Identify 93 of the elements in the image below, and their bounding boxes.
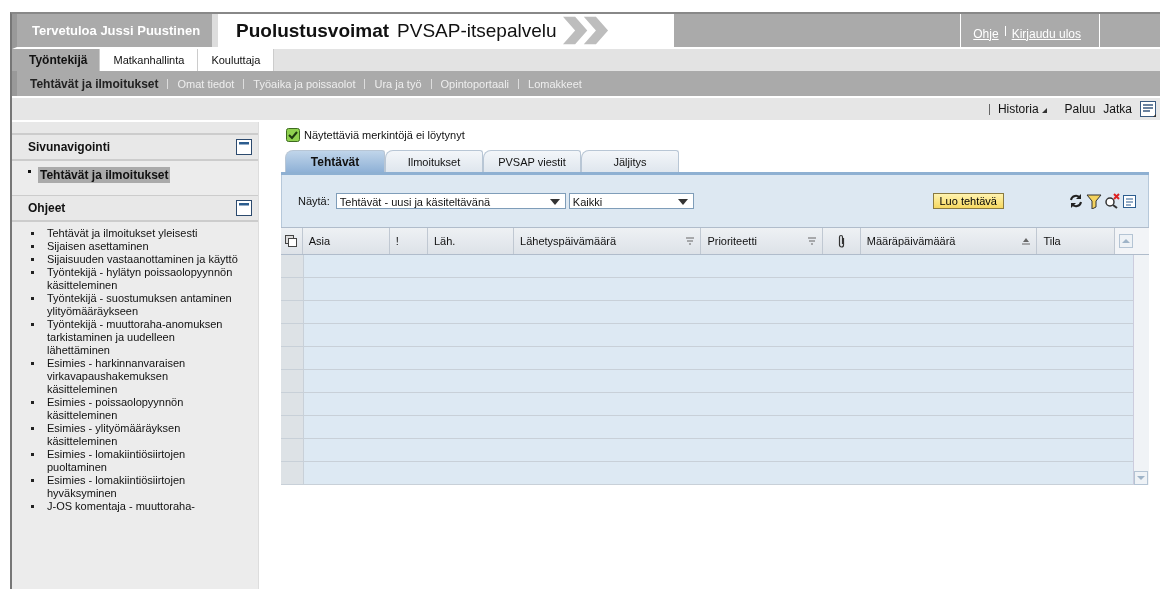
help-link[interactable]: Esimies - ylityömääräyksen käsitteleminen <box>47 422 239 448</box>
help-link[interactable]: Tehtävät ja ilmoitukset yleisesti <box>47 227 239 240</box>
scroll-strip[interactable] <box>12 122 258 134</box>
bullet-icon <box>31 258 34 261</box>
create-task-button[interactable]: Luo tehtävä <box>932 193 1004 209</box>
bullet-icon <box>31 505 34 508</box>
top-tab[interactable]: Matkanhallinta <box>100 49 199 71</box>
section-title: Sivunavigointi <box>28 140 110 154</box>
bullet-icon <box>28 170 31 173</box>
table-row[interactable] <box>304 324 1133 346</box>
section-title: Ohjeet <box>28 201 66 215</box>
help-link[interactable]: Työntekijä - suostumuksen antaminen ylityömääräykseen <box>47 292 239 318</box>
top-tab[interactable]: Työntekijä <box>17 49 101 71</box>
row-selector[interactable] <box>281 439 304 461</box>
column-header[interactable]: Prioriteetti <box>707 235 757 247</box>
scroll-down-button[interactable] <box>1134 471 1148 485</box>
message-text: Näytettäviä merkintöjä ei löytynyt <box>304 129 465 141</box>
caret-icon <box>677 199 688 205</box>
table-row[interactable] <box>304 462 1133 484</box>
bullet-icon <box>31 232 34 235</box>
page-nav-item[interactable]: Tehtävät ja ilmoitukset <box>38 167 171 183</box>
nav-link[interactable]: Tehtävät ja ilmoitukset <box>30 76 159 91</box>
collapse-icon[interactable] <box>236 139 252 155</box>
column-header[interactable]: Asia <box>308 235 331 247</box>
help-link[interactable]: Esimies - poissaolopyynnön käsitteleminen <box>47 396 239 422</box>
sort-icon[interactable] <box>808 237 817 245</box>
table-row[interactable] <box>304 301 1133 323</box>
table-row[interactable] <box>304 416 1133 438</box>
help-link[interactable]: Esimies - lomakiintiösiirtojen puoltaminen <box>47 448 239 474</box>
help-link[interactable]: Työntekijä - muuttoraha-anomuksen tarkistaminen ja uudelleen lähettäminen <box>47 318 239 357</box>
row-selector[interactable] <box>281 255 304 277</box>
clear-search-icon[interactable] <box>1104 193 1120 209</box>
back-link[interactable]: Paluu <box>1064 102 1096 116</box>
dropdown[interactable]: Tehtävät - uusi ja käsiteltävänä <box>335 193 566 209</box>
settings-icon[interactable] <box>1122 193 1138 209</box>
row-selector[interactable] <box>281 301 304 323</box>
sort-ascending-icon[interactable] <box>1022 237 1031 245</box>
row-selector[interactable] <box>281 347 304 369</box>
help-link[interactable]: J-OS komentaja - muuttoraha- <box>47 500 239 513</box>
tab[interactable]: Ilmoitukset <box>385 150 483 172</box>
app-title: PVSAP-itsepalvelu <box>397 19 557 42</box>
bullet-icon <box>31 362 34 365</box>
dropdown[interactable]: Kaikki <box>568 193 694 209</box>
bullet-icon <box>31 323 34 326</box>
bullet-icon <box>31 245 34 248</box>
help-link[interactable]: Työntekijä - hylätyn poissaolopyynnön käsitteleminen <box>47 266 239 292</box>
row-selector[interactable] <box>281 370 304 392</box>
sort-icon[interactable] <box>686 237 695 245</box>
bullet-icon <box>31 297 34 300</box>
filter-icon[interactable] <box>1086 193 1102 209</box>
help-link[interactable]: Esimies - harkinnanvaraisen virkavapaushakemuksen käsitteleminen <box>47 357 239 396</box>
filter-label: Näytä: <box>298 195 330 207</box>
row-selector[interactable] <box>281 278 304 300</box>
history-menu[interactable]: Historia <box>997 102 1057 116</box>
column-header[interactable]: Määräpäivämäärä <box>866 235 956 247</box>
row-selector[interactable] <box>281 393 304 415</box>
help-link[interactable]: Sijaisen asettaminen <box>47 240 239 253</box>
scroll-up-button[interactable] <box>1118 234 1133 248</box>
scrollbar[interactable] <box>1133 255 1149 485</box>
forward-link[interactable]: Jatka <box>1103 102 1132 116</box>
caret-icon <box>549 199 560 205</box>
column-header[interactable]: Lähetyspäivämäärä <box>520 235 617 247</box>
table-row[interactable] <box>304 370 1133 392</box>
row-selector[interactable] <box>281 416 304 438</box>
bullet-icon <box>31 453 34 456</box>
help-link[interactable]: Sijaisuuden vastaanottaminen ja käyttö <box>47 253 239 266</box>
column-header[interactable]: Läh. <box>434 235 456 247</box>
tab[interactable]: PVSAP viestit <box>483 150 581 172</box>
paperclip-icon <box>837 234 846 248</box>
bullet-icon <box>31 271 34 274</box>
column-header[interactable]: ! <box>395 235 399 247</box>
help-link[interactable]: Esimies - lomakiintiösiirtojen hyväksyminen <box>47 474 239 500</box>
brand-name: Puolustusvoimat <box>236 19 390 42</box>
refresh-icon[interactable] <box>1068 193 1084 209</box>
select-all-icon[interactable] <box>285 235 297 247</box>
collapse-icon[interactable] <box>236 200 252 216</box>
tab[interactable]: Jäljitys <box>581 150 679 172</box>
bullet-icon <box>31 479 34 482</box>
menu-icon[interactable] <box>1140 101 1156 117</box>
welcome-text: Tervetuloa Jussi Puustinen <box>31 22 202 40</box>
tab[interactable]: Tehtävät <box>285 150 385 172</box>
table-row[interactable] <box>304 439 1133 461</box>
corner-icon <box>1041 108 1047 113</box>
table-row[interactable] <box>304 393 1133 415</box>
bullet-icon <box>31 427 34 430</box>
top-tab[interactable]: Kouluttaja <box>198 49 275 71</box>
table-row[interactable] <box>304 255 1133 277</box>
table-row[interactable] <box>304 347 1133 369</box>
column-header[interactable]: Tila <box>1043 235 1061 247</box>
row-selector[interactable] <box>281 324 304 346</box>
table-row[interactable] <box>304 278 1133 300</box>
row-selector[interactable] <box>281 462 304 484</box>
bullet-icon <box>31 401 34 404</box>
